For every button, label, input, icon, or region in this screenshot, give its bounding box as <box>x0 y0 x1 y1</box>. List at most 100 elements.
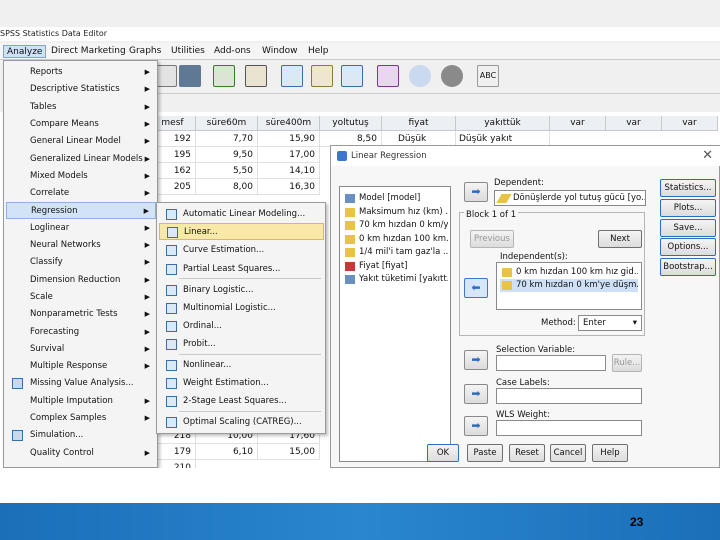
variable-list-item[interactable]: Model [model] <box>343 192 448 205</box>
submenu-item[interactable]: Partial Least Squares... <box>159 261 324 278</box>
column-header[interactable]: yoltutuş <box>320 116 382 131</box>
independent-list-item[interactable]: 70 km hızdan 0 km'ye düşm... <box>500 279 638 292</box>
dependent-field[interactable]: Dönüşlerde yol tutuş gücü [yo... <box>494 190 646 206</box>
submenu-item[interactable]: Probit... <box>159 336 324 353</box>
menu-item[interactable]: Reports ▶ <box>6 64 156 81</box>
menu-add-ons[interactable]: Add-ons <box>211 45 254 58</box>
move-to-independents-button[interactable]: ⬅ <box>464 278 488 298</box>
menu-item[interactable]: Multiple Response ▶ <box>6 358 156 375</box>
submenu-item[interactable]: Binary Logistic... <box>159 282 324 299</box>
menu-item[interactable]: Nonparametric Tests ▶ <box>6 306 156 323</box>
table-cell[interactable]: 5,50 <box>196 163 258 179</box>
spell-check-icon[interactable]: ABC <box>477 65 499 87</box>
table-cell[interactable]: 17,00 <box>258 147 320 163</box>
case-labels-field[interactable] <box>496 388 642 404</box>
use-sets-icon[interactable] <box>409 65 431 87</box>
menu-item[interactable]: Correlate ▶ <box>6 185 156 202</box>
menu-item[interactable]: Survival ▶ <box>6 341 156 358</box>
menu-item[interactable]: Multiple Imputation ▶ <box>6 393 156 410</box>
save-button[interactable]: Save... <box>660 219 716 237</box>
submenu-item[interactable]: Nonlinear... <box>159 357 324 374</box>
selection-field[interactable] <box>496 355 606 371</box>
menu-item[interactable]: Missing Value Analysis... <box>6 375 156 392</box>
variable-list[interactable]: Model [model] Maksimum hız (km) ... 70 km … <box>339 186 451 462</box>
column-header[interactable]: var <box>606 116 662 131</box>
weight-cases-icon[interactable] <box>311 65 333 87</box>
move-to-selection-button[interactable]: ➡ <box>464 350 488 370</box>
variable-list-item[interactable]: Maksimum hız (km) ... <box>343 206 448 219</box>
go-to-case-icon[interactable] <box>155 65 177 87</box>
menu-item[interactable]: Scale ▶ <box>6 289 156 306</box>
show-all-variables-icon[interactable] <box>441 65 463 87</box>
rule-button[interactable]: Rule... <box>612 354 642 372</box>
bootstrap-button[interactable]: Bootstrap... <box>660 258 716 276</box>
table-cell[interactable]: 9,50 <box>196 147 258 163</box>
menu-item[interactable]: Descriptive Statistics ▶ <box>6 81 156 98</box>
insert-variable-icon[interactable] <box>245 65 267 87</box>
submenu-item[interactable]: Multinomial Logistic... <box>159 300 324 317</box>
submenu-item[interactable]: Weight Estimation... <box>159 375 324 392</box>
cancel-button[interactable]: Cancel <box>550 444 586 462</box>
submenu-item[interactable]: Ordinal... <box>159 318 324 335</box>
independent-list-item[interactable]: 0 km hızdan 100 km hız gid... <box>500 266 638 279</box>
select-cases-icon[interactable] <box>341 65 363 87</box>
paste-button[interactable]: Paste <box>467 444 503 462</box>
menu-window[interactable]: Window <box>259 45 301 58</box>
reset-button[interactable]: Reset <box>509 444 545 462</box>
menu-item[interactable]: Tables ▶ <box>6 99 156 116</box>
variable-list-item[interactable]: 70 km hızdan 0 km/y... <box>343 219 448 232</box>
options-button[interactable]: Options... <box>660 238 716 256</box>
ok-button[interactable]: OK <box>427 444 459 462</box>
menu-item[interactable]: Classify ▶ <box>6 254 156 271</box>
menu-item[interactable]: Mixed Models ▶ <box>6 168 156 185</box>
submenu-item[interactable]: Curve Estimation... <box>159 242 324 259</box>
menu-item[interactable]: Compare Means ▶ <box>6 116 156 133</box>
statistics-button[interactable]: Statistics... <box>660 179 716 197</box>
menu-item[interactable]: Quality Control ▶ <box>6 445 156 462</box>
previous-button[interactable]: Previous <box>470 230 514 248</box>
column-header[interactable]: süre60m <box>196 116 258 131</box>
help-button[interactable]: Help <box>592 444 628 462</box>
table-cell[interactable]: 8,00 <box>196 179 258 195</box>
menu-item[interactable]: Generalized Linear Models ▶ <box>6 151 156 168</box>
variable-list-item[interactable]: Fiyat [fiyat] <box>343 260 448 273</box>
method-select[interactable]: Enter ▾ <box>578 315 642 331</box>
table-cell[interactable]: 7,70 <box>196 131 258 147</box>
menu-help[interactable]: Help <box>305 45 332 58</box>
table-cell[interactable]: 14,10 <box>258 163 320 179</box>
submenu-item[interactable]: Optimal Scaling (CATREG)... <box>159 414 324 431</box>
table-cell[interactable]: 15,00 <box>258 444 320 460</box>
variable-list-item[interactable]: 1/4 mil'i tam gaz'la ... <box>343 246 448 259</box>
menu-analyze[interactable]: Analyze <box>3 45 47 58</box>
menu-direct-marketing[interactable]: Direct Marketing <box>48 45 129 58</box>
column-header[interactable]: var <box>550 116 606 131</box>
move-to-wls-button[interactable]: ➡ <box>464 416 488 436</box>
menu-item[interactable]: Dimension Reduction ▶ <box>6 272 156 289</box>
value-labels-icon[interactable] <box>377 65 399 87</box>
next-button[interactable]: Next <box>598 230 642 248</box>
column-header[interactable]: fiyat <box>382 116 456 131</box>
move-to-dependent-button[interactable]: ➡ <box>464 182 488 202</box>
menu-item[interactable]: Loglinear ▶ <box>6 220 156 237</box>
column-header[interactable]: yakıttük <box>456 116 550 131</box>
find-icon[interactable] <box>179 65 201 87</box>
menu-graphs[interactable]: Graphs <box>126 45 164 58</box>
wls-field[interactable] <box>496 420 642 436</box>
insert-cases-icon[interactable] <box>213 65 235 87</box>
submenu-item[interactable]: Linear... <box>159 223 324 240</box>
menu-utilities[interactable]: Utilities <box>168 45 208 58</box>
column-header[interactable]: süre400m <box>258 116 320 131</box>
menu-item[interactable]: Simulation... <box>6 427 156 444</box>
variable-list-item[interactable]: Yakıt tüketimi [yakıtt... <box>343 273 448 286</box>
variable-list-item[interactable]: 0 km hızdan 100 km... <box>343 233 448 246</box>
plots-button[interactable]: Plots... <box>660 199 716 217</box>
submenu-item[interactable]: 2-Stage Least Squares... <box>159 393 324 410</box>
table-cell[interactable]: 16,30 <box>258 179 320 195</box>
close-icon[interactable]: ✕ <box>702 148 713 163</box>
submenu-item[interactable]: Automatic Linear Modeling... <box>159 206 324 223</box>
independents-list[interactable]: 0 km hızdan 100 km hız gid... 70 km hızda… <box>496 262 642 310</box>
menu-item[interactable]: Neural Networks ▶ <box>6 237 156 254</box>
table-cell[interactable]: 15,90 <box>258 131 320 147</box>
split-file-icon[interactable] <box>281 65 303 87</box>
menu-item[interactable]: Complex Samples ▶ <box>6 410 156 427</box>
